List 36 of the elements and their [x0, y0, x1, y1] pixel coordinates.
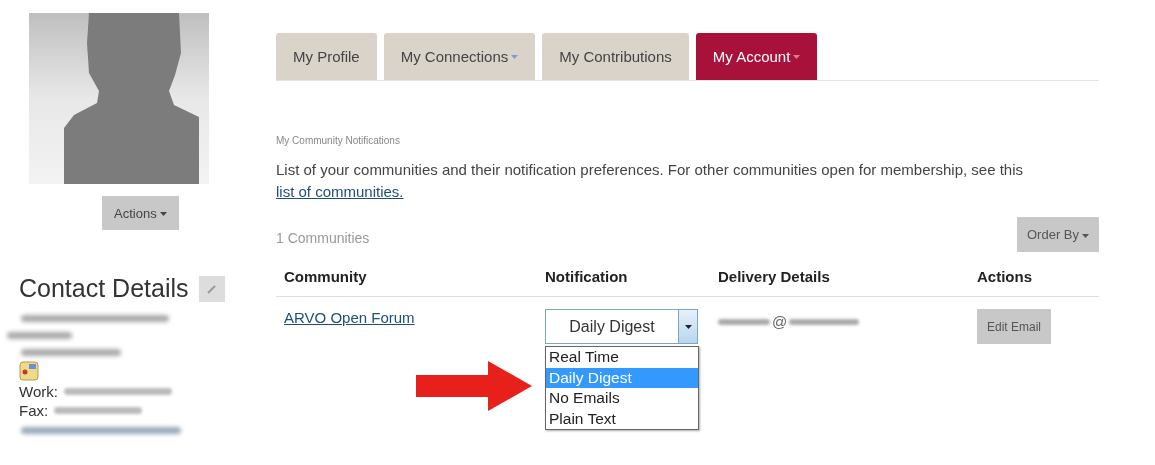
order-by-button[interactable]: Order By: [1017, 217, 1099, 252]
dropdown-option[interactable]: Plain Text: [546, 408, 698, 429]
column-header: Actions: [977, 268, 1033, 285]
column-header: Delivery Details: [718, 268, 831, 285]
tab[interactable]: My Profile: [276, 33, 377, 80]
pencil-icon: [205, 282, 218, 295]
intro-paragraph: List of your communities and their notification preferences. For other communities open for membership, see this list of communities.: [276, 160, 1024, 202]
tab[interactable]: My Connections: [383, 33, 536, 80]
arrow-icon: [416, 361, 532, 411]
community-link[interactable]: ARVO Open Forum: [284, 309, 415, 326]
edit-email-button[interactable]: Edit Email: [977, 309, 1052, 344]
email-text: @: [772, 313, 788, 330]
blurred-text: [7, 332, 72, 339]
section-title: My Community Notifications: [276, 135, 401, 146]
field-label: Work:: [19, 383, 58, 400]
contact-card-icon: [19, 361, 39, 381]
actions-button[interactable]: Actions: [102, 196, 179, 230]
edit-button[interactable]: [198, 275, 225, 302]
dropdown-option[interactable]: No Emails: [546, 388, 698, 409]
blurred-text: [718, 318, 770, 325]
caret-icon: [159, 212, 167, 217]
tab[interactable]: My Contributions: [542, 33, 689, 80]
notification-select[interactable]: Daily Digest: [545, 309, 698, 344]
field-label: Fax:: [19, 402, 49, 419]
column-header: Notification: [545, 268, 629, 285]
dropdown-arrow-icon: [684, 324, 692, 329]
caret-icon: [793, 54, 801, 59]
caret-icon: [1082, 233, 1089, 238]
community-count: 1 Communities: [276, 230, 370, 248]
blurred-text: [789, 318, 860, 325]
column-header: Community: [284, 268, 368, 285]
caret-icon: [511, 54, 519, 59]
dropdown-option[interactable]: Real Time: [546, 347, 698, 368]
communities-link[interactable]: list of communities.: [276, 183, 404, 200]
section-heading: Contact Details: [19, 274, 189, 303]
tab[interactable]: My Account: [695, 33, 818, 80]
